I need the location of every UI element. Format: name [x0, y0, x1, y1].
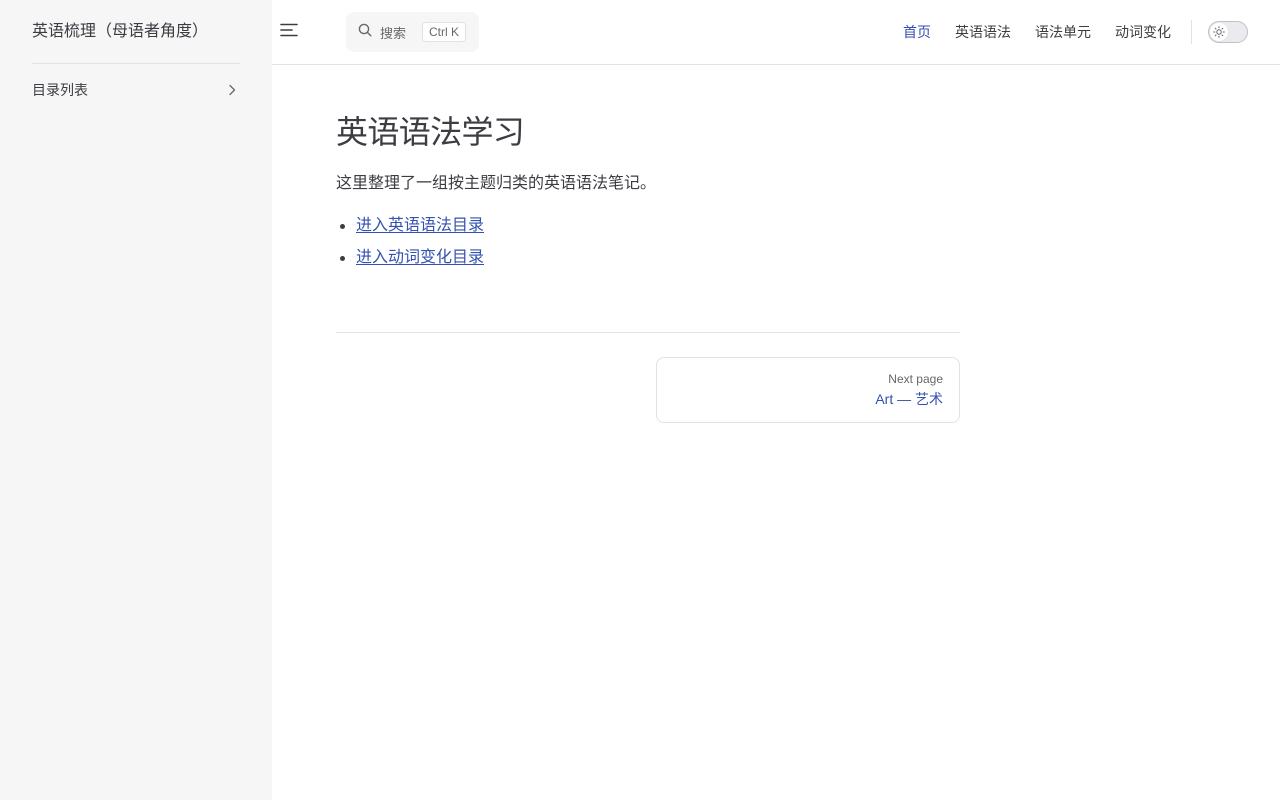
page-title: 英语语法学习 — [336, 114, 525, 150]
site-title[interactable]: 英语梳理（母语者角度） — [32, 20, 208, 44]
nav-link-verb-forms[interactable]: 动词变化 — [1115, 0, 1171, 64]
next-page-title: Art — 艺术 — [875, 391, 943, 407]
search-button[interactable]: 搜索 Ctrl K — [346, 12, 479, 52]
link-english-grammar-index[interactable]: 进入英语语法目录 — [356, 217, 484, 234]
main-content: 英语语法学习 这里整理了一组按主题归类的英语语法笔记。 进入英语语法目录 进入动… — [336, 96, 960, 276]
sun-icon — [1210, 23, 1228, 41]
search-label: 搜索 — [380, 25, 407, 41]
link-verb-forms-index[interactable]: 进入动词变化目录 — [356, 249, 484, 266]
sidebar: 英语梳理（母语者角度） 目录列表 — [0, 0, 272, 800]
sidebar-divider — [32, 63, 240, 64]
page-intro: 这里整理了一组按主题归类的英语语法笔记。 — [336, 175, 657, 192]
menu-toggle-button[interactable] — [280, 22, 298, 42]
theme-toggle[interactable] — [1208, 21, 1248, 43]
search-shortcut-hint: Ctrl K — [422, 22, 467, 42]
chevron-right-icon — [224, 82, 240, 98]
nav-link-english-grammar[interactable]: 英语语法 — [955, 0, 1011, 64]
nav-link-home[interactable]: 首页 — [903, 0, 931, 64]
nav-divider — [1191, 20, 1192, 44]
top-navbar: 搜索 Ctrl K 首页 英语语法 语法单元 动词变化 — [272, 0, 1280, 65]
nav-link-grammar-units[interactable]: 语法单元 — [1035, 0, 1091, 64]
next-page-caption: Next page — [888, 372, 943, 386]
content-footer-divider — [336, 332, 960, 333]
next-page-link[interactable]: Next page Art — 艺术 — [656, 357, 960, 423]
nav-links: 首页 英语语法 语法单元 动词变化 — [879, 0, 1171, 64]
sidebar-item-label: 目录列表 — [32, 82, 88, 98]
menu-icon — [280, 23, 298, 42]
search-icon — [358, 23, 372, 42]
list-item: 进入动词变化目录 — [336, 244, 960, 272]
list-item: 进入英语语法目录 — [336, 212, 960, 240]
sidebar-item-toc[interactable]: 目录列表 — [32, 78, 240, 102]
link-list: 进入英语语法目录 进入动词变化目录 — [336, 212, 960, 272]
